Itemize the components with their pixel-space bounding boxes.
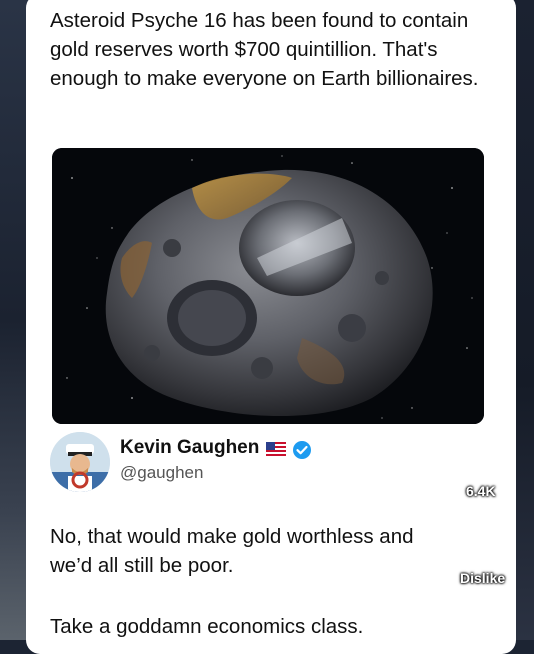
reply-text: No, that would make gold worthless and w… [50, 525, 414, 577]
like-button[interactable] [466, 432, 504, 475]
like-count: 6.4K [466, 483, 496, 499]
dislike-button[interactable] [466, 522, 504, 565]
asteroid-image [52, 148, 484, 424]
thumbs-down-icon [471, 526, 501, 555]
us-flag-icon [266, 442, 286, 461]
comments-button[interactable] [468, 612, 504, 645]
dislike-label: Dislike [460, 570, 506, 586]
author-name[interactable]: Kevin Gaughen [120, 437, 259, 459]
author-handle[interactable]: @gaughen [120, 463, 203, 483]
reply-text-closing: Take a goddamn economics class. [50, 615, 364, 638]
avatar[interactable] [50, 432, 110, 492]
verified-badge-icon [292, 440, 312, 465]
post-text: Asteroid Psyche 16 has been found to con… [50, 9, 479, 90]
comment-icon [471, 615, 501, 639]
thumbs-up-icon [471, 437, 501, 466]
